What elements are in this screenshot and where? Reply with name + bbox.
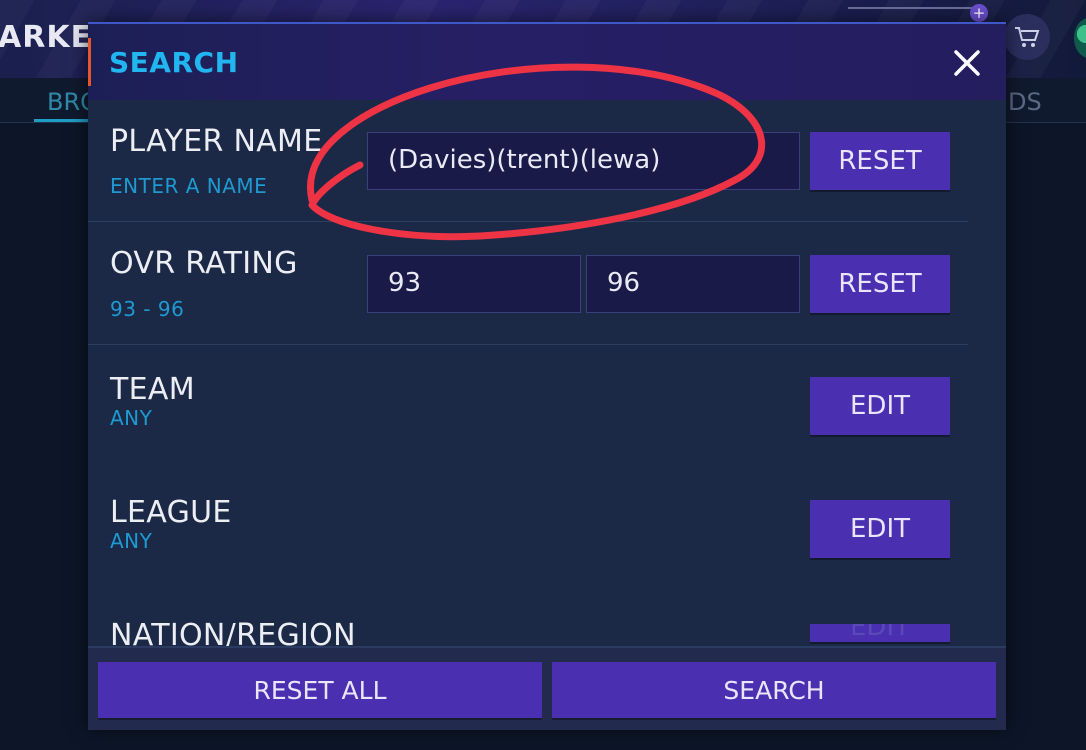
modal-footer: RESET ALL SEARCH (88, 646, 1006, 730)
active-tab-indicator (34, 119, 94, 122)
ovr-rating-reset-button[interactable]: RESET (810, 255, 950, 313)
player-name-reset-button[interactable]: RESET (810, 132, 950, 190)
close-icon (954, 50, 980, 76)
search-modal: SEARCH PLAYER NAME ENTER A NAME (Davies)… (88, 22, 1006, 730)
ovr-max-input[interactable]: 96 (586, 255, 800, 313)
modal-header: SEARCH (88, 22, 1006, 100)
nation-region-label: NATION/REGION (110, 618, 356, 646)
tab-right[interactable]: DS (1008, 88, 1042, 116)
nation-edit-button[interactable]: EDIT (810, 624, 950, 642)
ovr-rating-range: 93 - 96 (110, 297, 185, 321)
filter-list: PLAYER NAME ENTER A NAME (Davies)(trent)… (88, 98, 1006, 646)
reset-all-button[interactable]: RESET ALL (98, 662, 542, 718)
league-label: LEAGUE (110, 495, 232, 530)
modal-title: SEARCH (109, 46, 239, 79)
team-label: TEAM (110, 372, 195, 407)
league-value: ANY (110, 529, 153, 553)
team-edit-button[interactable]: EDIT (810, 377, 950, 435)
league-edit-button[interactable]: EDIT (810, 500, 950, 558)
player-name-label: PLAYER NAME (110, 124, 323, 159)
close-button[interactable] (946, 42, 988, 84)
ovr-rating-label: OVR RATING (110, 246, 298, 281)
cart-icon (1015, 27, 1040, 47)
add-currency-icon[interactable]: + (970, 4, 988, 22)
search-button[interactable]: SEARCH (552, 662, 996, 718)
currency-bar (848, 7, 972, 9)
page-title: ARKE (0, 20, 93, 55)
header-accent (88, 38, 91, 86)
divider (88, 344, 968, 345)
ovr-min-input[interactable]: 93 (367, 255, 581, 313)
divider (88, 221, 968, 222)
player-name-hint: ENTER A NAME (110, 174, 268, 198)
player-name-input[interactable]: (Davies)(trent)(lewa) (367, 132, 800, 190)
store-cart-button[interactable] (1004, 14, 1050, 60)
team-value: ANY (110, 406, 153, 430)
